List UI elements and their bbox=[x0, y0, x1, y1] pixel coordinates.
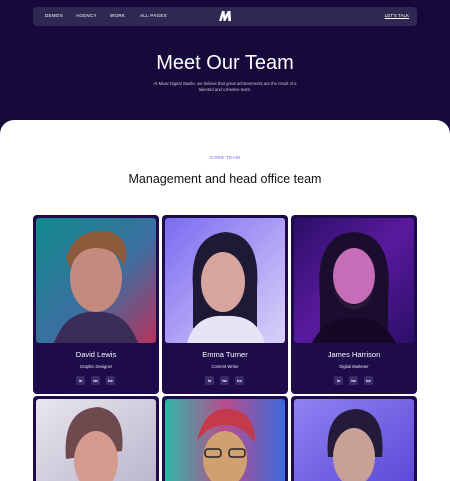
nav-link-work[interactable]: WORK bbox=[110, 13, 125, 18]
linkedin-icon[interactable]: in bbox=[76, 376, 85, 385]
linkedin-icon[interactable]: in bbox=[334, 376, 343, 385]
team-member-photo bbox=[165, 399, 285, 481]
behance-icon[interactable]: be bbox=[235, 376, 244, 385]
team-member-name: James Harrison bbox=[327, 350, 381, 359]
page-subtitle: At Mixar Digital Studio, we believe that… bbox=[153, 81, 297, 92]
team-member-photo bbox=[294, 399, 414, 481]
top-navigation: DEMOS AGENCY WORK ALL PAGES LET'S TALK bbox=[33, 7, 417, 26]
twitter-icon[interactable]: tw bbox=[220, 376, 229, 385]
team-member-photo bbox=[36, 399, 156, 481]
team-member-photo bbox=[165, 218, 285, 343]
nav-link-all-pages[interactable]: ALL PAGES bbox=[140, 13, 167, 18]
team-member-photo bbox=[36, 218, 156, 343]
m-logo-icon[interactable] bbox=[219, 11, 231, 21]
behance-icon[interactable]: be bbox=[364, 376, 373, 385]
nav-link-agency[interactable]: AGENCY bbox=[76, 13, 97, 18]
team-section: CORE TEAM Management and head office tea… bbox=[0, 120, 450, 481]
section-title: Management and head office team bbox=[128, 172, 322, 186]
team-card-emma-turner[interactable]: Emma Turner Content Writer in tw be bbox=[162, 215, 288, 394]
team-card-partial[interactable] bbox=[291, 396, 417, 481]
nav-link-demos[interactable]: DEMOS bbox=[45, 13, 63, 18]
team-member-role: Digital Marketer bbox=[339, 364, 369, 369]
team-card-partial[interactable] bbox=[33, 396, 159, 481]
section-eyebrow: CORE TEAM bbox=[209, 155, 241, 160]
team-member-name: Emma Turner bbox=[202, 350, 248, 359]
team-card-david-lewis[interactable]: David Lewis Graphic Designer in tw be bbox=[33, 215, 159, 394]
social-links: in tw be bbox=[334, 376, 374, 385]
twitter-icon[interactable]: tw bbox=[349, 376, 358, 385]
lets-talk-link[interactable]: LET'S TALK bbox=[385, 13, 409, 18]
team-member-name: David Lewis bbox=[75, 350, 117, 359]
team-card-james-harrison[interactable]: James Harrison Digital Marketer in tw be bbox=[291, 215, 417, 394]
linkedin-icon[interactable]: in bbox=[205, 376, 214, 385]
team-member-role: Graphic Designer bbox=[79, 364, 113, 369]
team-member-role: Content Writer bbox=[211, 364, 239, 369]
team-card-partial[interactable] bbox=[162, 396, 288, 481]
team-member-photo bbox=[294, 218, 414, 343]
twitter-icon[interactable]: tw bbox=[91, 376, 100, 385]
hero-section: DEMOS AGENCY WORK ALL PAGES LET'S TALK M… bbox=[0, 0, 450, 140]
social-links: in tw be bbox=[205, 376, 245, 385]
social-links: in tw be bbox=[76, 376, 116, 385]
behance-icon[interactable]: be bbox=[106, 376, 115, 385]
page-title: Meet Our Team bbox=[156, 52, 294, 74]
